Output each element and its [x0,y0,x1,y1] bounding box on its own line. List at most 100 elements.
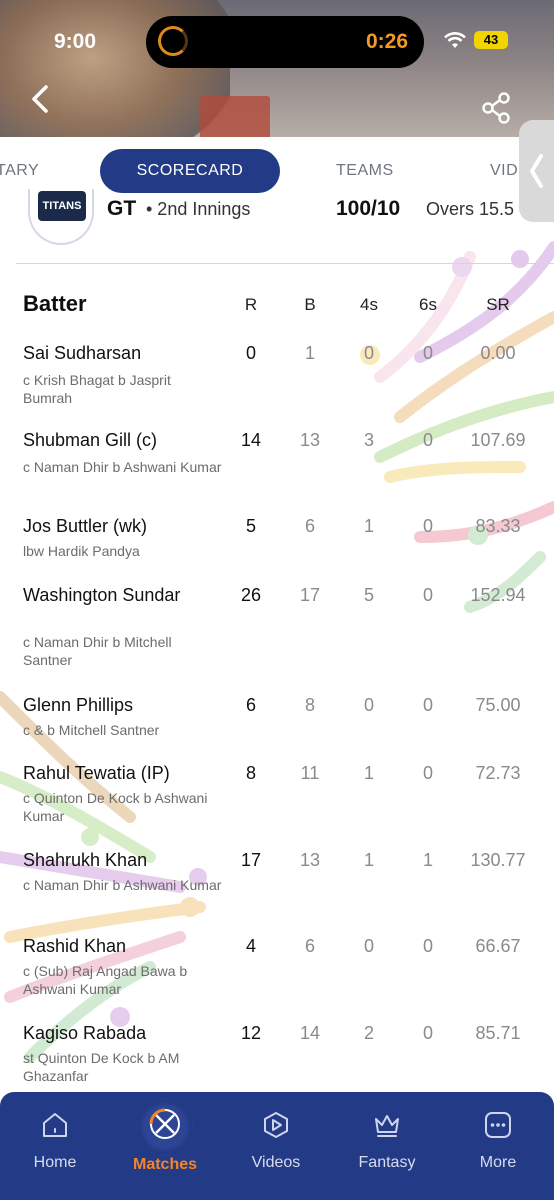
balls: 8 [304,695,315,715]
side-drawer-handle[interactable] [519,120,554,222]
fours: 1 [363,516,374,536]
dismissal-text: lbw Hardik Pandya [23,543,140,559]
strike-rate: 83.33 [475,516,521,536]
dismissal-text: c Naman Dhir b Ashwani Kumar [23,877,222,893]
fours: 0 [363,695,374,715]
sixes: 0 [422,516,433,536]
fours: 2 [363,1023,374,1043]
runs: 5 [245,516,256,536]
nav-more[interactable]: More [443,1092,553,1200]
dismissal-text: c Naman Dhir b Ashwani Kumar [23,459,222,475]
timer-value: 0:26 [366,30,409,53]
nav-matches-label: Matches [132,1156,198,1173]
fours: 0 [363,936,374,956]
sixes: 0 [422,1023,433,1043]
balls: 17 [299,585,321,605]
nav-home[interactable]: Home [0,1092,110,1200]
sixes: 0 [422,763,433,783]
innings-summary: TITANS GT • 2nd Innings 100/10 Overs 15.… [0,189,554,253]
strike-rate: 152.94 [470,585,526,605]
battery-level: 43 [483,32,499,47]
scorecard-panel[interactable]: TARY SCORECARD TEAMS VID TITANS GT • 2nd… [0,137,554,1100]
runs: 0 [245,343,256,363]
runs: 26 [240,585,262,605]
strike-rate: 0.00 [480,343,516,363]
tab-commentary[interactable]: TARY [0,149,39,193]
team-score: 100/10 [336,197,401,220]
nav-matches[interactable]: Matches [110,1092,220,1200]
dismissal-text: c Krish Bhagat b Jasprit Bumrah [23,372,171,406]
sixes: 0 [422,695,433,715]
batter-name[interactable]: Shubman Gill (c) [23,428,223,452]
balls: 1 [304,343,315,363]
team-logo-text: TITANS [38,191,86,221]
balls: 13 [299,430,321,450]
strike-rate: 85.71 [475,1023,521,1043]
fours: 0 [363,343,374,363]
header-batter: Batter [23,291,87,316]
share-button[interactable] [480,92,512,124]
balls: 6 [304,936,315,956]
tab-videos[interactable]: VID [490,149,518,193]
sixes: 0 [422,343,433,363]
nav-home-label: Home [33,1154,77,1171]
runs: 4 [245,936,256,956]
nav-videos[interactable]: Videos [221,1092,331,1200]
batter-name[interactable]: Jos Buttler (wk) [23,514,223,538]
balls: 6 [304,516,315,536]
overs: Overs 15.5 [426,199,515,219]
fours: 5 [363,585,374,605]
fours: 3 [363,430,374,450]
nav-videos-label: Videos [251,1154,301,1171]
batter-name[interactable]: Rashid Khan [23,934,223,958]
sixes: 1 [422,850,433,870]
header-balls: B [304,295,316,314]
sixes: 0 [422,430,433,450]
strike-rate: 130.77 [470,850,526,870]
fours: 1 [363,763,374,783]
chevron-left-icon [530,154,543,188]
dismissal-text: c & b Mitchell Santner [23,722,160,738]
dismissal-text: c Naman Dhir b Mitchell Santner [23,634,172,668]
fours: 1 [363,850,374,870]
dismissal-text: c (Sub) Raj Angad Bawa b Ashwani Kumar [23,963,188,997]
batter-name[interactable]: Kagiso Rabada [23,1021,223,1045]
header-background-flag [200,96,270,140]
batter-name[interactable]: Washington Sundar [23,583,183,607]
timer-icon [158,26,188,56]
tab-teams[interactable]: TEAMS [336,149,394,193]
runs: 14 [240,430,262,450]
dismissal-text: c Quinton De Kock b Ashwani Kumar [23,790,208,824]
balls: 11 [300,763,320,783]
videos-icon [264,1112,288,1138]
back-button[interactable] [26,82,56,116]
batter-name[interactable]: Glenn Phillips [23,693,223,717]
nav-more-label: More [479,1154,517,1171]
tab-scorecard[interactable]: SCORECARD [100,149,280,193]
batter-name[interactable]: Sai Sudharsan [23,341,223,365]
nav-fantasy-label: Fantasy [358,1154,416,1171]
table-header: Batter R B 4s 6s SR [0,289,554,319]
sixes: 0 [422,585,433,605]
batter-name[interactable]: Rahul Tewatia (IP) [23,761,223,785]
header-sixes: 6s [419,295,437,314]
sixes: 0 [422,936,433,956]
bottom-navigation: Home Matches Videos Fantasy More [0,1092,554,1200]
status-time: 9:00 [54,30,97,53]
header-fours: 4s [360,295,378,314]
crown-icon [375,1115,399,1137]
header-runs: R [244,295,258,314]
dismissal-text: st Quinton De Kock b AM Ghazanfar [23,1050,180,1084]
balls: 14 [299,1023,321,1043]
battery-indicator: 43 [474,31,508,49]
nav-fantasy[interactable]: Fantasy [332,1092,442,1200]
runs: 17 [240,850,262,870]
strike-rate: 75.00 [475,695,521,715]
innings-label: • 2nd Innings [146,199,251,219]
runs: 6 [245,695,256,715]
batter-name[interactable]: Shahrukh Khan [23,848,223,872]
divider [16,263,554,264]
home-icon [43,1113,67,1137]
more-icon [485,1112,511,1138]
runs: 12 [240,1023,262,1043]
